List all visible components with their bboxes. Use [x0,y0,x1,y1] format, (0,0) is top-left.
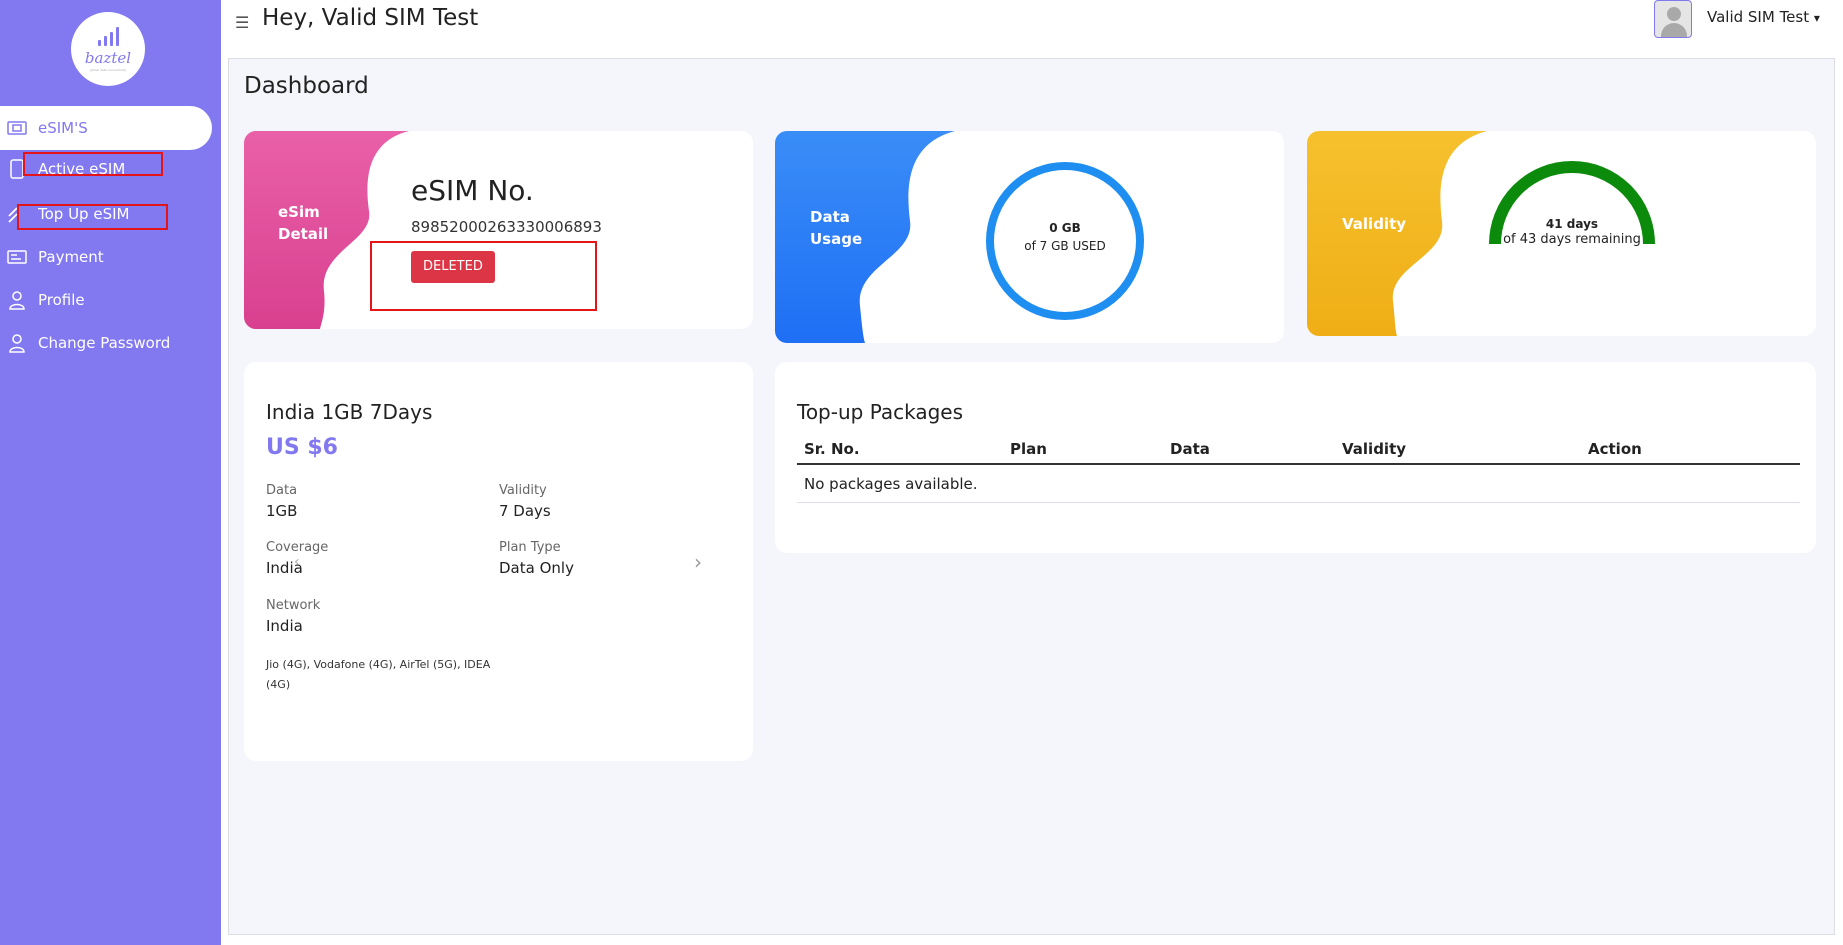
logo-text: baztel [84,49,132,67]
esim-number-title: eSIM No. [411,174,534,207]
topup-packages-card: Top-up Packages Sr. No. Plan Data Validi… [775,362,1816,553]
column-header: Data [1170,440,1210,458]
network-value: India [266,617,303,635]
topup-table: Sr. No. Plan Data Validity Action No pac… [797,432,1800,503]
sidebar-item-label: Payment [38,248,104,266]
network-label: Network [266,598,321,613]
validity-caption: of 43 days remaining [1503,232,1641,247]
credit-card-icon [6,246,28,268]
data-used-value: 0 GB [1049,221,1081,235]
logo-tagline: global data connectivity [89,68,127,72]
sidebar-item-payment[interactable]: Payment [0,239,104,275]
user-menu-dropdown[interactable]: Valid SIM Test ▾ [1707,8,1820,26]
sidebar-item-change-password[interactable]: Change Password [0,325,170,361]
validity-card: Validity 41 days of 43 days remaining [1307,131,1816,336]
sim-card-icon [6,117,28,139]
esim-blob-label: eSim Detail [278,203,329,243]
validity-label: Validity [499,483,547,498]
hamburger-menu-icon[interactable]: ☰ [235,13,249,32]
data-blob-label: Data Usage [810,208,863,248]
plan-card: India 1GB 7Days US $6 Data 1GB Validity … [244,362,753,761]
validity-blob-label: Validity [1342,215,1407,233]
plan-name: India 1GB 7Days [266,400,433,424]
highlight-box-active-esim [23,152,163,176]
column-header: Action [1588,440,1642,458]
column-header: Plan [1010,440,1047,458]
user-icon [6,289,28,311]
esim-number-value: 89852000263330006893 [411,218,602,236]
sidebar-item-esims[interactable]: eSIM'S [0,106,212,150]
highlight-box-top-up-esim [17,204,168,230]
sidebar: baztel global data connectivity eSIM'S A… [0,0,221,945]
sidebar-item-label: Change Password [38,334,171,352]
app-logo[interactable]: baztel global data connectivity [71,12,145,86]
validity-value: 7 Days [499,502,551,520]
user-lock-icon [6,332,28,354]
data-label: Data [266,483,298,498]
sidebar-item-profile[interactable]: Profile [0,282,85,318]
data-usage-text: 0 GB of 7 GB USED [983,221,1147,253]
plan-type-value: Data Only [499,559,574,577]
chevron-right-icon[interactable]: › [694,550,702,574]
avatar[interactable] [1654,0,1692,38]
page-title: Dashboard [244,73,369,99]
highlight-box-status [370,241,597,311]
validity-text: 41 days of 43 days remaining [1487,217,1657,247]
user-name: Valid SIM Test [1707,8,1810,26]
caret-down-icon: ▾ [1813,11,1820,25]
column-header: Validity [1342,440,1407,458]
data-value: 1GB [266,502,298,520]
empty-message: No packages available. [804,475,978,493]
validity-days-value: 41 days [1545,217,1599,231]
table-header: Sr. No. Plan Data Validity Action [797,432,1800,465]
coverage-label: Coverage [266,540,329,555]
table-row: No packages available. [797,465,1800,503]
data-used-caption: of 7 GB USED [1024,239,1106,253]
chevron-left-icon[interactable]: ‹ [294,554,300,570]
plan-price: US $6 [266,435,338,460]
network-operators: Jio (4G), Vodafone (4G), AirTel (5G), ID… [266,658,491,691]
sidebar-item-label: Profile [38,291,85,309]
topup-title: Top-up Packages [797,400,964,424]
plan-type-label: Plan Type [499,540,561,555]
data-usage-card: Data Usage 0 GB of 7 GB USED [775,131,1284,343]
main-content: Dashboard eSim Detail eSIM No. 898520002… [228,58,1835,935]
greeting-title: Hey, Valid SIM Test [262,5,479,31]
top-bar: ☰ Hey, Valid SIM Test Valid SIM Test ▾ [221,0,1843,58]
sidebar-item-label: eSIM'S [38,119,88,137]
signal-bars-icon [97,26,119,46]
column-header: Sr. No. [804,440,860,458]
